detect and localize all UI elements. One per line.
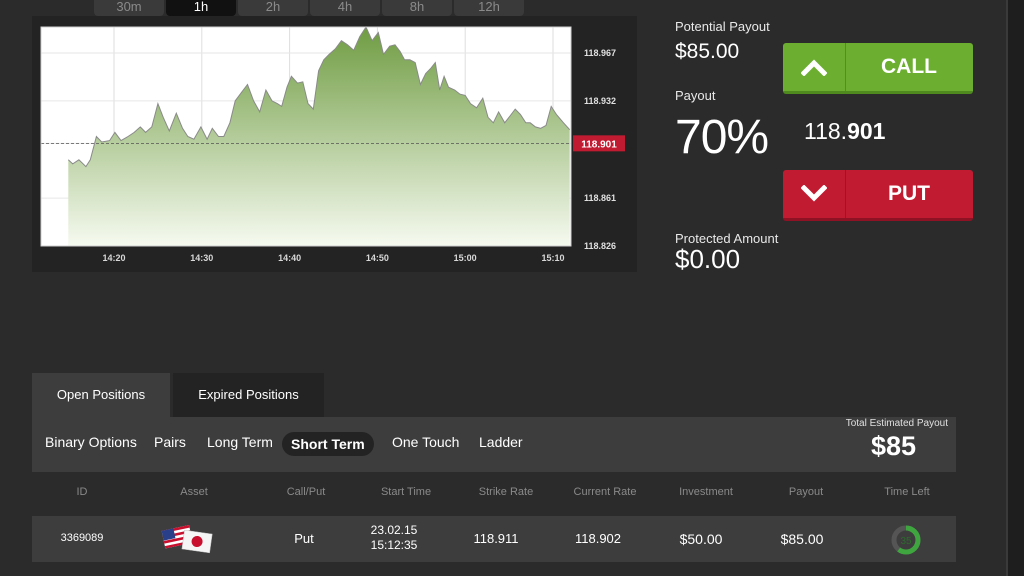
timeframe-2h[interactable]: 2h	[238, 0, 308, 16]
total-payout-value: $85	[870, 431, 916, 461]
price-prefix: 118.	[804, 118, 848, 144]
positions-tabs: Open Positions Expired Positions	[32, 373, 956, 417]
tab-open-positions[interactable]: Open Positions	[32, 373, 170, 417]
table-row[interactable]: 3369089 Put 23.02.15 15:12:35 118.911 11…	[32, 516, 956, 562]
timeframe-4h[interactable]: 4h	[310, 0, 380, 16]
time-left-value: 35	[900, 536, 912, 547]
arrow-up-icon	[783, 43, 846, 91]
row-investment: $50.00	[679, 531, 723, 547]
timeframe-1h[interactable]: 1h	[166, 0, 236, 16]
row-payout: $85.00	[780, 531, 824, 547]
arrow-down-icon	[783, 170, 846, 218]
price-chart: 14:20 14:30 14:40 14:50 15:00 15:10 118.967 118…	[32, 16, 637, 272]
col-current-rate: Current Rate	[573, 486, 637, 498]
filter-binary-options[interactable]: Binary Options	[45, 434, 137, 450]
price-suffix: 901	[847, 118, 886, 144]
col-time-left: Time Left	[884, 486, 930, 498]
x-tick-label: 14:20	[102, 253, 125, 263]
payout-value: 70%	[675, 111, 769, 164]
filter-pairs[interactable]: Pairs	[154, 434, 186, 450]
filter-short-term[interactable]: Short Term	[282, 432, 374, 456]
timeframe-12h[interactable]: 12h	[454, 0, 524, 16]
potential-payout-label: Potential Payout	[675, 19, 770, 34]
col-id: ID	[76, 486, 88, 498]
row-id: 3369089	[60, 532, 104, 544]
current-price: 118.901	[804, 118, 885, 145]
x-tick-label: 15:00	[454, 253, 477, 263]
col-call-put: Call/Put	[286, 486, 326, 498]
x-tick-label: 14:40	[278, 253, 301, 263]
call-label: CALL	[881, 55, 937, 78]
y-tick-label: 118.932	[584, 96, 616, 106]
put-button[interactable]: PUT	[783, 170, 973, 221]
row-current-rate: 118.902	[574, 531, 622, 546]
current-rate-label: 118.901	[581, 139, 617, 150]
row-start-date: 23.02.15	[370, 523, 418, 537]
filter-one-touch[interactable]: One Touch	[392, 434, 459, 450]
y-tick-label: 118.967	[584, 48, 616, 58]
positions-table-header: ID Asset Call/Put Start Time Strike Rate…	[32, 472, 956, 516]
protected-amount-value: $0.00	[675, 244, 741, 274]
call-button[interactable]: CALL	[783, 43, 973, 94]
y-tick-label: 118.861	[584, 193, 616, 203]
col-start-time: Start Time	[380, 486, 432, 498]
filter-bar: Binary Options Pairs Long Term Short Ter…	[32, 417, 956, 472]
table-bottom	[32, 562, 956, 576]
potential-payout-value: $85.00	[675, 40, 740, 63]
row-strike-rate: 118.911	[473, 531, 519, 546]
filter-ladder[interactable]: Ladder	[479, 434, 523, 450]
x-tick-label: 15:10	[541, 253, 564, 263]
y-tick-label: 118.826	[584, 241, 616, 251]
col-strike-rate: Strike Rate	[478, 486, 534, 498]
row-direction: Put	[294, 531, 314, 546]
col-payout: Payout	[788, 486, 824, 498]
price-chart-svg: 14:20 14:30 14:40 14:50 15:00 15:10 118.967 118…	[40, 25, 625, 263]
time-left-timer-icon: 35	[888, 522, 924, 561]
col-investment: Investment	[679, 486, 733, 498]
col-asset: Asset	[180, 486, 208, 498]
payout-label: Payout	[675, 88, 716, 103]
x-tick-label: 14:30	[190, 253, 213, 263]
timeframe-8h[interactable]: 8h	[382, 0, 452, 16]
timeframe-30m[interactable]: 30m	[94, 0, 164, 16]
row-start-time: 15:12:35	[370, 538, 418, 552]
x-tick-label: 14:50	[366, 253, 389, 263]
page-edge	[1006, 0, 1024, 576]
total-payout-label: Total Estimated Payout	[845, 418, 948, 429]
put-label: PUT	[888, 182, 930, 205]
edge-line	[1006, 0, 1008, 576]
tab-expired-positions[interactable]: Expired Positions	[173, 373, 324, 417]
asset-flags-icon	[161, 522, 215, 559]
filter-long-term[interactable]: Long Term	[207, 434, 273, 450]
